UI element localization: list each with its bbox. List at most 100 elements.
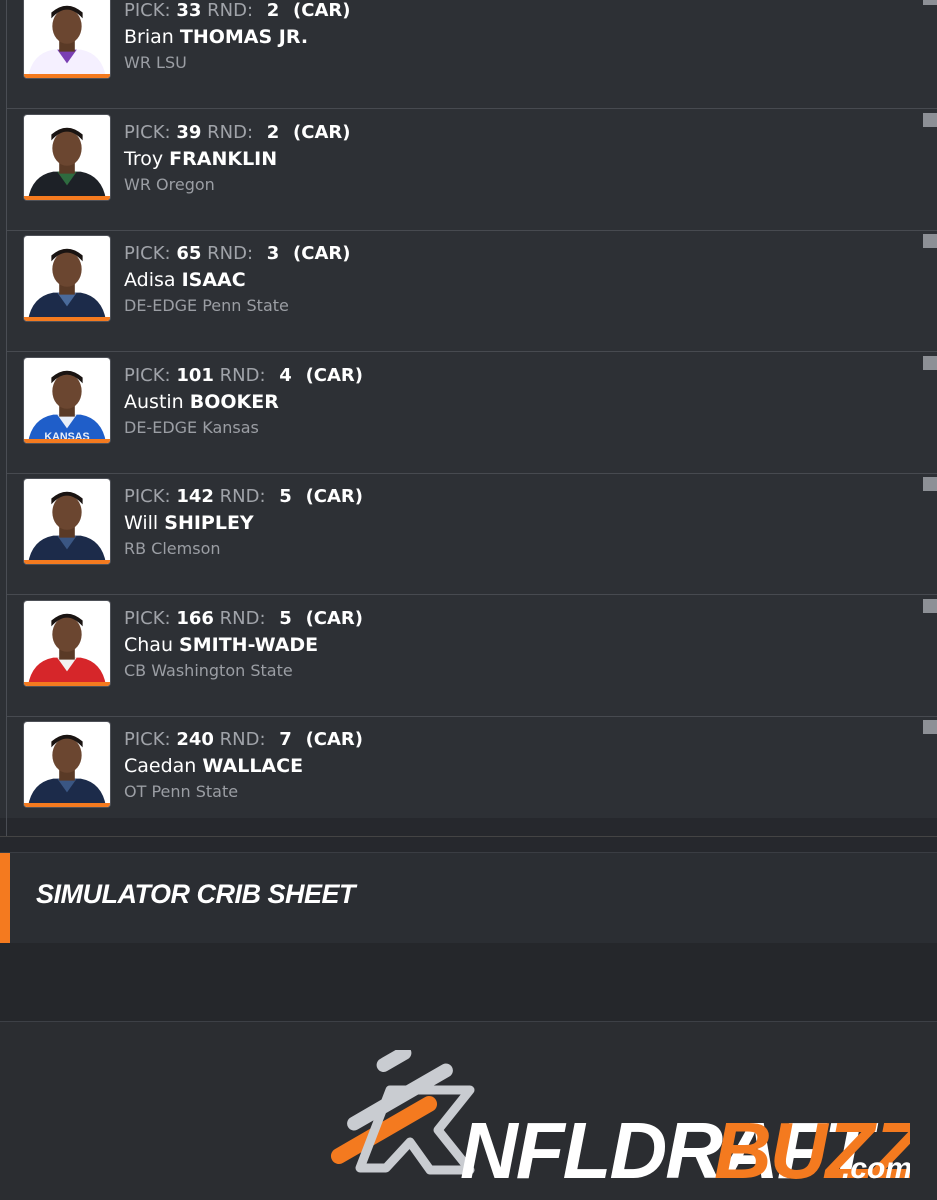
logo-text-suffix: .com (842, 1152, 910, 1185)
pick-number: 65 (176, 243, 202, 264)
photo-accent-bar (24, 803, 110, 807)
round-number: 4 (279, 364, 292, 386)
pick-info: PICK: 166 RND: 5 (CAR) (124, 608, 363, 629)
nfldraftbuzz-logo[interactable]: NFLDRAFT BUZZ .com (320, 1050, 910, 1190)
pick-label: PICK: (124, 486, 171, 507)
player-name[interactable]: Chau SMITH-WADE (124, 634, 318, 656)
player-position-school: OT Penn State (124, 782, 239, 801)
pick-info: PICK: 240 RND: 7 (CAR) (124, 729, 363, 750)
player-first-name: Will (124, 512, 159, 534)
player-last-name: WALLACE (202, 755, 304, 777)
pick-row[interactable]: PICK: 166 RND: 5 (CAR) Chau SMITH-WADE C… (7, 595, 937, 717)
pick-row[interactable]: KANSAS PICK: 101 RND: 4 (CAR) Austin BOO… (7, 352, 937, 474)
team-code: (CAR) (293, 0, 351, 21)
photo-accent-bar (24, 74, 110, 78)
player-position-school: DE-EDGE Kansas (124, 417, 259, 437)
player-name[interactable]: Troy FRANKLIN (124, 148, 277, 170)
row-handle[interactable] (923, 112, 937, 127)
round-number: 7 (279, 729, 292, 750)
pick-number: 39 (176, 121, 202, 143)
pick-label: PICK: (124, 0, 171, 21)
pick-info: PICK: 142 RND: 5 (CAR) (124, 486, 363, 507)
pick-row[interactable]: PICK: 39 RND: 2 (CAR) Troy FRANKLIN WR O… (7, 109, 937, 231)
player-name[interactable]: Will SHIPLEY (124, 512, 254, 534)
round-label: RND: (207, 121, 254, 143)
pick-label: PICK: (124, 607, 171, 629)
pick-number: 240 (176, 729, 214, 750)
pick-info: PICK: 65 RND: 3 (CAR) (124, 243, 351, 264)
pick-row[interactable]: PICK: 142 RND: 5 (CAR) Will SHIPLEY RB C… (7, 474, 937, 595)
player-photo[interactable]: KANSAS (23, 356, 111, 444)
round-label: RND: (219, 486, 266, 507)
player-first-name: Adisa (124, 269, 176, 291)
round-label: RND: (219, 607, 266, 629)
player-position-school: CB Washington State (124, 660, 293, 680)
row-handle[interactable] (923, 0, 937, 5)
pick-row[interactable]: PICK: 33 RND: 2 (CAR) Brian THOMAS JR. W… (7, 0, 937, 109)
pick-label: PICK: (124, 729, 171, 750)
section-title: SIMULATOR CRIB SHEET (36, 879, 356, 909)
round-number: 3 (266, 243, 280, 264)
row-handle[interactable] (923, 720, 937, 734)
pick-number: 33 (176, 0, 202, 21)
player-last-name: SHIPLEY (164, 512, 254, 534)
pick-number: 142 (176, 486, 214, 507)
player-photo[interactable] (23, 113, 111, 201)
pick-info: PICK: 39 RND: 2 (CAR) (124, 122, 351, 143)
player-first-name: Chau (124, 633, 173, 656)
player-photo[interactable] (23, 478, 111, 565)
round-number: 5 (279, 607, 292, 629)
player-position-school: WR LSU (124, 53, 187, 72)
round-number: 5 (279, 486, 292, 507)
pick-row[interactable]: PICK: 240 RND: 7 (CAR) Caedan WALLACE OT… (7, 717, 937, 818)
round-label: RND: (207, 0, 254, 21)
photo-accent-bar (24, 317, 110, 321)
player-photo[interactable] (23, 721, 111, 808)
player-position-school: WR Oregon (124, 174, 215, 194)
pick-number: 166 (176, 607, 214, 629)
round-label: RND: (207, 243, 254, 264)
player-last-name: FRANKLIN (169, 147, 278, 170)
round-label: RND: (219, 729, 266, 750)
player-first-name: Troy (124, 147, 164, 170)
crib-sheet-content (0, 943, 937, 1022)
pick-label: PICK: (124, 243, 171, 264)
photo-accent-bar (24, 560, 110, 564)
round-number: 2 (266, 0, 280, 21)
list-bottom-edge (0, 818, 937, 837)
player-name[interactable]: Brian THOMAS JR. (124, 26, 308, 48)
pick-row[interactable]: PICK: 65 RND: 3 (CAR) Adisa ISAAC DE-EDG… (7, 231, 937, 352)
team-code: (CAR) (305, 486, 364, 507)
pick-label: PICK: (124, 364, 171, 386)
draft-picks-list: PICK: 33 RND: 2 (CAR) Brian THOMAS JR. W… (0, 0, 937, 818)
player-first-name: Caedan (124, 755, 197, 777)
player-name[interactable]: Adisa ISAAC (124, 269, 246, 291)
row-handle[interactable] (923, 355, 937, 370)
round-label: RND: (219, 364, 266, 386)
player-photo[interactable] (23, 235, 111, 322)
row-handle[interactable] (923, 598, 937, 613)
pick-info: PICK: 101 RND: 4 (CAR) (124, 365, 363, 386)
team-code: (CAR) (293, 121, 351, 143)
player-photo[interactable] (23, 0, 111, 79)
photo-accent-bar (24, 438, 110, 443)
row-handle[interactable] (923, 477, 937, 491)
team-code: (CAR) (305, 729, 364, 750)
row-handle[interactable] (923, 234, 937, 248)
player-last-name: SMITH-WADE (179, 633, 319, 656)
round-number: 2 (266, 121, 280, 143)
team-code: (CAR) (293, 243, 351, 264)
player-name[interactable]: Caedan WALLACE (124, 755, 303, 777)
player-last-name: THOMAS JR. (179, 26, 309, 48)
team-code: (CAR) (305, 607, 364, 629)
section-accent-bar (0, 853, 10, 943)
player-last-name: BOOKER (189, 390, 279, 413)
player-first-name: Brian (124, 26, 174, 48)
player-position-school: RB Clemson (124, 539, 221, 558)
simulator-crib-sheet-section[interactable]: SIMULATOR CRIB SHEET (0, 852, 937, 944)
player-name[interactable]: Austin BOOKER (124, 391, 279, 413)
player-last-name: ISAAC (181, 269, 246, 291)
pick-info: PICK: 33 RND: 2 (CAR) (124, 0, 351, 21)
player-first-name: Austin (124, 390, 184, 413)
player-photo[interactable] (23, 599, 111, 687)
